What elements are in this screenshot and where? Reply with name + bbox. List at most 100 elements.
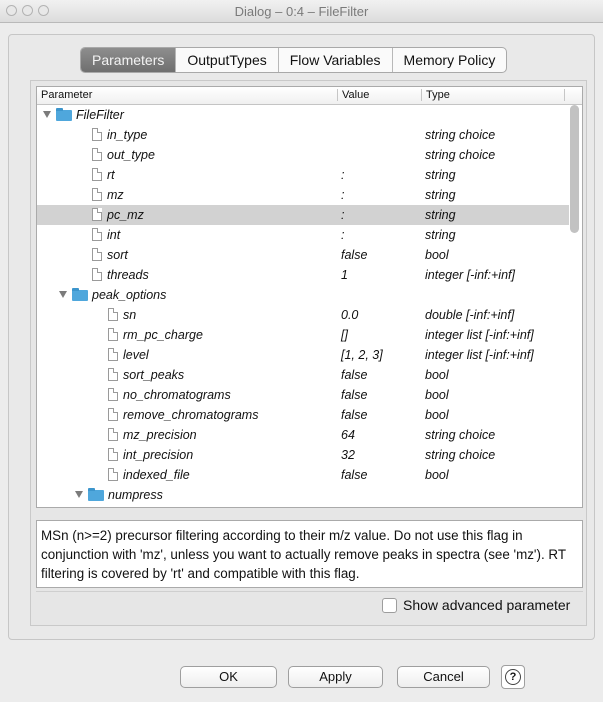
window-title: Dialog – 0:4 – FileFilter — [234, 4, 369, 19]
parameter-value[interactable]: false — [341, 468, 367, 482]
parameter-value[interactable]: false — [341, 408, 367, 422]
table-row[interactable]: in_type string choice — [37, 125, 569, 145]
parameter-value[interactable]: : — [341, 208, 344, 222]
table-row[interactable]: rm_pc_charge [] integer list [-inf:+inf] — [37, 325, 569, 345]
parameter-file-icon — [92, 168, 102, 181]
parameter-name: threads — [107, 268, 149, 282]
parameter-name: rm_pc_charge — [123, 328, 203, 342]
table-row[interactable]: sort false bool — [37, 245, 569, 265]
parameter-value[interactable]: false — [341, 368, 367, 382]
table-row[interactable]: indexed_file false bool — [37, 465, 569, 485]
parameter-type: bool — [425, 388, 449, 402]
parameter-name: mz_precision — [123, 428, 197, 442]
parameter-value[interactable]: [] — [341, 328, 348, 342]
parameter-file-icon — [108, 308, 118, 321]
parameter-file-icon — [92, 148, 102, 161]
parameter-value[interactable]: false — [341, 248, 367, 262]
parameter-file-icon — [92, 188, 102, 201]
parameter-file-icon — [92, 248, 102, 261]
table-row[interactable]: mz: string — [37, 185, 569, 205]
parameter-file-icon — [108, 368, 118, 381]
show-advanced-toggle[interactable]: Show advanced parameter — [382, 597, 570, 613]
tab-parameters[interactable]: Parameters — [81, 48, 177, 72]
parameter-name: no_chromatograms — [123, 388, 231, 402]
parameter-name: out_type — [107, 148, 155, 162]
parameter-name: mz — [107, 188, 124, 202]
expand-toggle-icon[interactable] — [43, 111, 51, 118]
parameter-name: remove_chromatograms — [123, 408, 259, 422]
parameter-type: bool — [425, 248, 449, 262]
expand-toggle-icon[interactable] — [75, 491, 83, 498]
parameter-name: numpress — [108, 488, 163, 502]
parameter-value[interactable]: 1 — [341, 268, 348, 282]
table-row[interactable]: masstimenonestring choice — [37, 505, 569, 507]
table-row[interactable]: numpress — [37, 485, 569, 505]
parameter-type: integer [-inf:+inf] — [425, 268, 515, 282]
table-row[interactable]: peak_options — [37, 285, 569, 305]
parameter-name: in_type — [107, 128, 148, 142]
table-row[interactable]: FileFilter — [37, 105, 569, 125]
table-row[interactable]: int: string — [37, 225, 569, 245]
parameter-type: bool — [425, 468, 449, 482]
parameter-value[interactable]: : — [341, 228, 344, 242]
table-row[interactable]: mz_precision 64 string choice — [37, 425, 569, 445]
parameter-value[interactable]: 0.0 — [341, 308, 358, 322]
table-row[interactable]: level [1, 2, 3] integer list [-inf:+inf] — [37, 345, 569, 365]
parameter-type: integer list [-inf:+inf] — [425, 328, 534, 342]
column-header-parameter[interactable]: Parameter — [41, 89, 92, 101]
table-row[interactable]: rt: string — [37, 165, 569, 185]
divider — [36, 591, 583, 592]
parameter-file-icon — [108, 388, 118, 401]
parameter-file-icon — [108, 428, 118, 441]
tab-output-types[interactable]: OutputTypes — [176, 48, 279, 72]
tab-memory-policy[interactable]: Memory Policy — [393, 48, 507, 72]
parameter-name: sn — [123, 308, 137, 322]
parameter-value[interactable]: false — [341, 388, 367, 402]
apply-button[interactable]: Apply — [288, 666, 383, 688]
parameter-type: string — [425, 168, 456, 182]
parameter-type: bool — [425, 368, 449, 382]
folder-icon — [72, 288, 88, 301]
parameter-value[interactable]: : — [341, 168, 344, 182]
folder-icon — [88, 488, 104, 501]
parameter-name: rt — [107, 168, 115, 182]
parameter-value[interactable]: 64 — [341, 428, 355, 442]
parameter-table: Parameter Value Type FileFilter in_type st… — [36, 86, 583, 508]
table-row[interactable]: out_type string choice — [37, 145, 569, 165]
parameter-value[interactable]: [1, 2, 3] — [341, 348, 383, 362]
column-header-value[interactable]: Value — [342, 89, 369, 101]
table-row[interactable]: sort_peaks false bool — [37, 365, 569, 385]
parameter-value[interactable]: : — [341, 188, 344, 202]
parameter-name: sort_peaks — [123, 368, 185, 382]
parameter-type: string choice — [425, 448, 496, 462]
table-row[interactable]: no_chromatograms false bool — [37, 385, 569, 405]
table-rows: FileFilter in_type string choice out_type st… — [37, 105, 569, 507]
parameter-description: MSn (n>=2) precursor filtering according… — [36, 520, 583, 588]
scrollbar-thumb[interactable] — [570, 105, 579, 233]
parameter-type: string — [425, 228, 456, 242]
parameter-name: int_precision — [123, 448, 194, 462]
table-row[interactable]: pc_mz: string — [37, 205, 569, 225]
help-button[interactable]: ? — [501, 665, 525, 689]
folder-icon — [56, 108, 72, 121]
parameter-file-icon — [92, 208, 102, 221]
column-header-type[interactable]: Type — [426, 89, 450, 101]
tab-flow-variables[interactable]: Flow Variables — [279, 48, 393, 72]
table-row[interactable]: sn 0.0 double [-inf:+inf] — [37, 305, 569, 325]
parameter-name: sort — [107, 248, 128, 262]
parameter-name: level — [123, 348, 149, 362]
parameter-value[interactable]: 32 — [341, 448, 355, 462]
parameter-file-icon — [108, 448, 118, 461]
parameter-name: peak_options — [92, 288, 167, 302]
tab-bar: Parameters OutputTypes Flow Variables Me… — [80, 47, 508, 73]
show-advanced-checkbox[interactable] — [382, 597, 397, 613]
parameter-type: string choice — [425, 428, 496, 442]
expand-toggle-icon[interactable] — [59, 291, 67, 298]
table-row[interactable]: threads 1 integer [-inf:+inf] — [37, 265, 569, 285]
parameter-name: int — [107, 228, 121, 242]
table-row[interactable]: int_precision 32 string choice — [37, 445, 569, 465]
ok-button[interactable]: OK — [180, 666, 277, 688]
table-row[interactable]: remove_chromatograms false bool — [37, 405, 569, 425]
cancel-button[interactable]: Cancel — [397, 666, 490, 688]
vertical-scrollbar[interactable] — [570, 105, 579, 505]
